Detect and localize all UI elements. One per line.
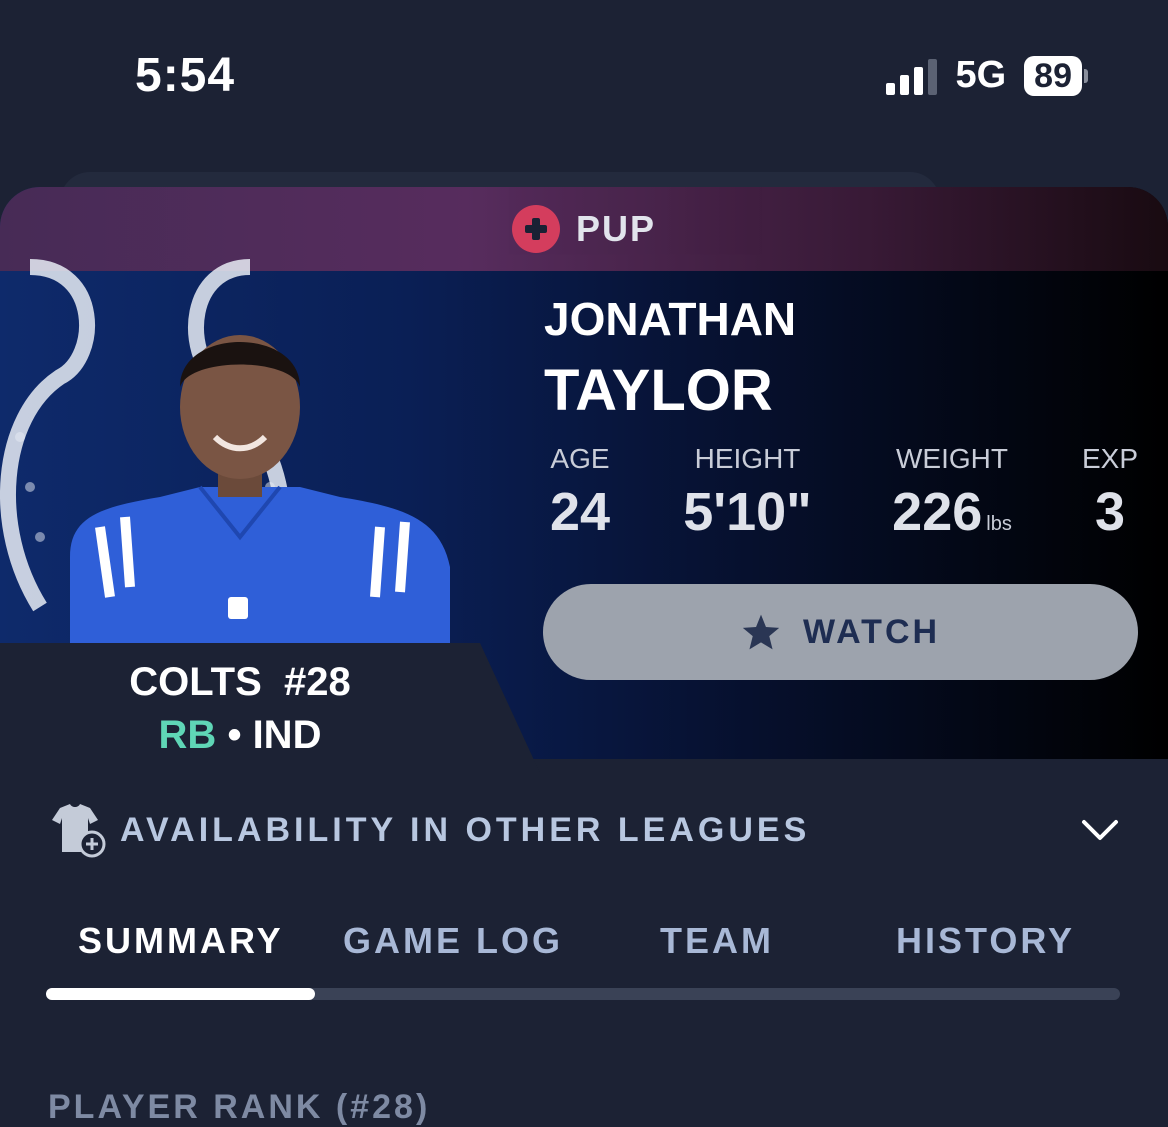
medical-cross-icon	[511, 205, 560, 253]
stat-label: EXP	[1081, 443, 1139, 474]
status-time: 5:54	[135, 49, 236, 102]
stat-value: 226	[892, 482, 983, 542]
tab-history[interactable]: HISTORY	[896, 920, 1075, 962]
player-photo	[70, 335, 450, 647]
stat-value: 5'10"	[683, 482, 812, 542]
battery-icon: 89	[1024, 55, 1088, 96]
tab-game-log[interactable]: GAME LOG	[343, 920, 563, 962]
team-abbreviation: IND	[252, 713, 322, 757]
stat-unit: lbs	[986, 513, 1012, 535]
position: RB	[158, 713, 217, 757]
position-team: RB • IND	[0, 713, 480, 758]
tab-team[interactable]: TEAM	[660, 920, 774, 962]
chevron-down-icon	[1082, 820, 1118, 840]
stat-experience: EXP 3	[1070, 443, 1150, 543]
jersey-add-icon	[52, 804, 106, 858]
stat-label: AGE	[550, 443, 610, 474]
signal-icon	[886, 57, 938, 95]
player-tabs: SUMMARY GAME LOG TEAM HISTORY	[48, 920, 1120, 970]
tab-summary[interactable]: SUMMARY	[78, 920, 284, 962]
watch-label: WATCH	[802, 612, 941, 651]
injury-status-label: PUP	[575, 208, 657, 249]
team-and-number: COLTS #28	[129, 660, 351, 704]
watch-button[interactable]: WATCH	[543, 584, 1138, 680]
player-first-name: JONATHAN	[544, 293, 797, 345]
star-icon	[742, 614, 780, 650]
network-type: 5G	[955, 54, 1007, 96]
status-indicators: 5G 89	[886, 54, 1088, 97]
battery-level: 89	[1024, 55, 1082, 96]
separator: •	[216, 713, 253, 757]
section-heading-player-rank: PLAYER RANK (#28)	[48, 1088, 431, 1126]
stat-weight: WEIGHT 226 lbs	[872, 443, 1032, 543]
availability-label: AVAILABILITY IN OTHER LEAGUES	[120, 810, 811, 849]
stat-value: 3	[1094, 482, 1126, 542]
stat-age: AGE 24	[540, 443, 620, 543]
stat-value-wrap: 226 lbs	[872, 481, 1032, 543]
player-last-name: TAYLOR	[544, 358, 773, 423]
active-tab-indicator	[46, 988, 315, 1000]
stat-value: 24	[549, 482, 611, 542]
stat-label: HEIGHT	[694, 443, 801, 474]
stat-label: WEIGHT	[896, 443, 1008, 474]
stat-height: HEIGHT 5'10"	[665, 443, 830, 543]
availability-other-leagues-toggle[interactable]: AVAILABILITY IN OTHER LEAGUES	[48, 798, 1120, 862]
